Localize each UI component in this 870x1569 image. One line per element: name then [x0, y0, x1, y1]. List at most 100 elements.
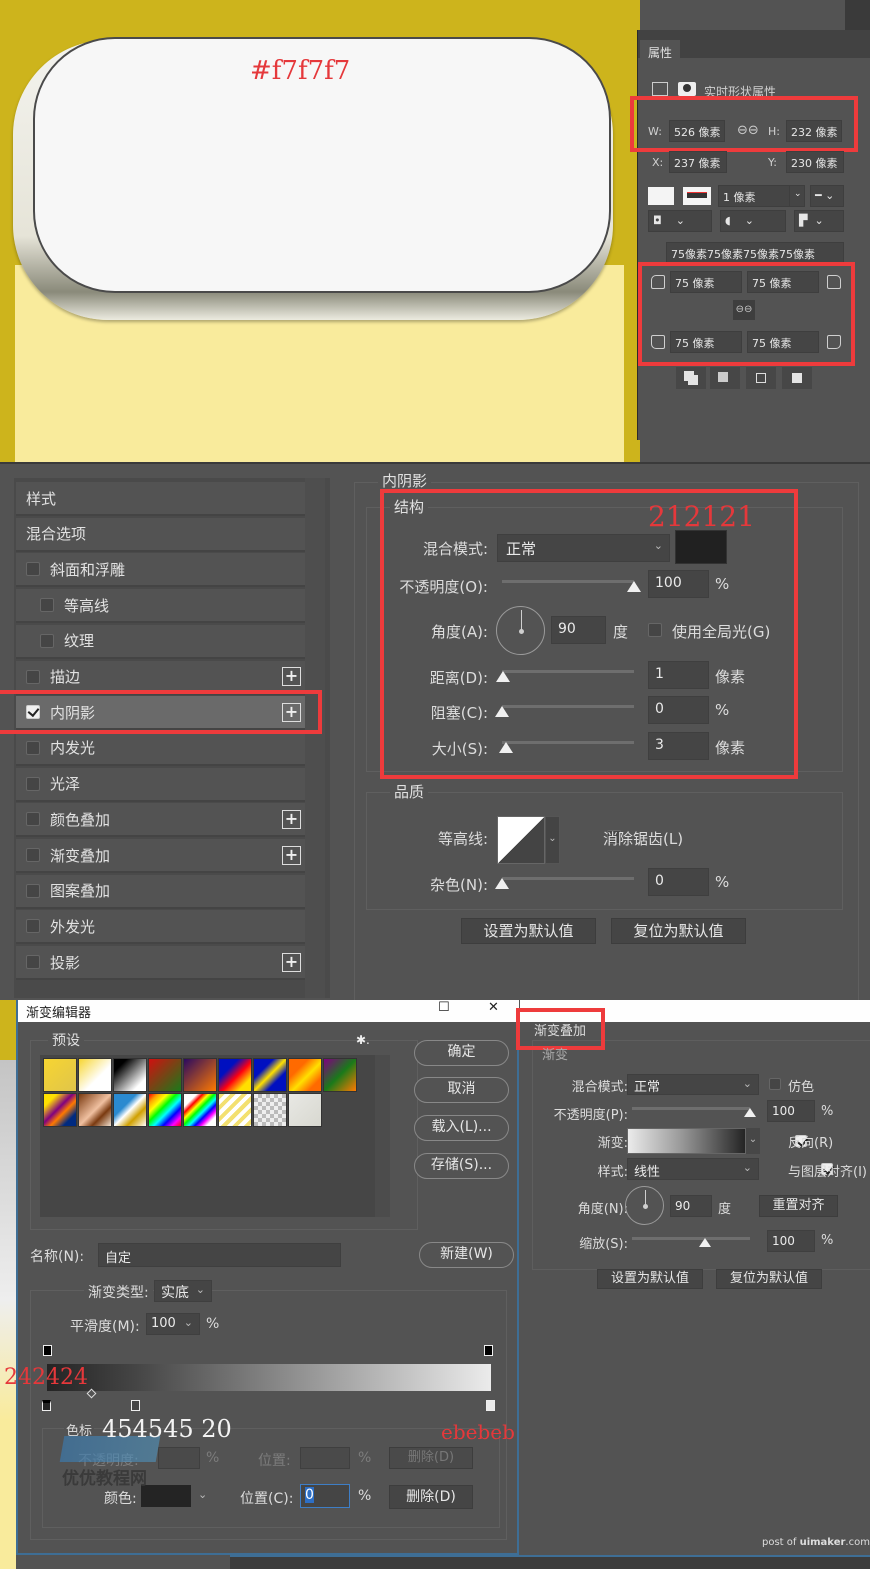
contour-preview[interactable]: [497, 816, 545, 864]
add-effect-icon[interactable]: +: [282, 845, 301, 865]
go-opacity-slider-thumb[interactable]: [744, 1108, 756, 1117]
gradient-preset-swatch[interactable]: [148, 1093, 182, 1127]
gradient-preset-swatch[interactable]: [288, 1093, 322, 1127]
style-item[interactable]: 内发光: [16, 731, 305, 766]
style-item[interactable]: 颜色叠加 +: [16, 803, 305, 838]
color-position-field[interactable]: 0: [300, 1484, 350, 1508]
gear-icon[interactable]: ✱.: [356, 1033, 370, 1047]
radius-summary-field[interactable]: 75像素75像素75像素75像素: [666, 242, 844, 264]
chevron-down-icon[interactable]: ⌄: [198, 1488, 207, 1501]
global-light-checkbox[interactable]: [648, 623, 662, 637]
style-item-checkbox[interactable]: [26, 669, 40, 684]
height-field[interactable]: 232 像素: [786, 120, 842, 142]
go-opacity-field[interactable]: 100: [767, 1100, 815, 1122]
opacity-field[interactable]: 100: [648, 570, 709, 598]
gradient-preset-swatch[interactable]: [183, 1093, 217, 1127]
stroke-width-dropdown[interactable]: ⌄: [789, 185, 805, 207]
radius-link-icon[interactable]: ⊖⊖: [733, 300, 755, 320]
radius-tr-field[interactable]: 75 像素: [747, 271, 819, 293]
opacity-stop-left[interactable]: [43, 1345, 52, 1356]
color-stop[interactable]: [486, 1400, 495, 1411]
stroke-cap-dropdown[interactable]: ◖ ⌄: [720, 210, 786, 232]
style-list-scrollbar[interactable]: [305, 478, 325, 998]
angle-field[interactable]: 90: [551, 616, 606, 644]
contour-dropdown[interactable]: ⌄: [545, 816, 560, 864]
go-angle-dial[interactable]: [625, 1186, 664, 1225]
style-item-checkbox[interactable]: [26, 562, 40, 577]
choke-slider[interactable]: [502, 705, 634, 708]
cancel-button[interactable]: 取消: [414, 1077, 509, 1103]
combine-shapes-button[interactable]: [676, 367, 706, 389]
color-stop[interactable]: [42, 1400, 51, 1411]
size-slider-thumb[interactable]: [499, 742, 513, 753]
go-gradient-preview[interactable]: [627, 1128, 746, 1154]
blend-mode-select[interactable]: 正常 ⌄: [497, 534, 670, 562]
noise-slider[interactable]: [502, 877, 634, 880]
opacity-slider-thumb[interactable]: [627, 581, 641, 592]
gradient-preset-swatch[interactable]: [253, 1093, 287, 1127]
style-item[interactable]: 光泽: [16, 767, 305, 802]
shadow-color-swatch[interactable]: [675, 530, 727, 564]
color-stop[interactable]: [130, 1400, 140, 1411]
radius-tl-field[interactable]: 75 像素: [670, 271, 742, 293]
gradient-preset-swatch[interactable]: [253, 1058, 287, 1092]
properties-tab[interactable]: 属性: [640, 40, 681, 65]
scale-slider[interactable]: [632, 1237, 750, 1240]
go-reset-default-button[interactable]: 复位为默认值: [716, 1269, 822, 1289]
style-item-checkbox[interactable]: [40, 633, 54, 648]
go-set-default-button[interactable]: 设置为默认值: [597, 1269, 703, 1289]
width-field[interactable]: 526 像素: [669, 120, 725, 142]
style-item[interactable]: 斜面和浮雕: [16, 553, 305, 588]
gradient-preset-swatch[interactable]: [78, 1093, 112, 1127]
gradient-preset-swatch[interactable]: [148, 1058, 182, 1092]
gradient-preset-swatch[interactable]: [113, 1058, 147, 1092]
new-button[interactable]: 新建(W): [419, 1242, 514, 1268]
add-effect-icon[interactable]: +: [282, 809, 301, 829]
load-button[interactable]: 载入(L)...: [414, 1115, 509, 1141]
gradient-bar[interactable]: [47, 1364, 491, 1391]
save-button[interactable]: 存储(S)...: [414, 1153, 509, 1179]
style-item[interactable]: 混合选项: [16, 517, 305, 552]
set-default-button[interactable]: 设置为默认值: [461, 918, 596, 944]
stop-color-swatch[interactable]: [141, 1485, 191, 1507]
go-gradient-dropdown[interactable]: ⌄: [746, 1128, 760, 1154]
gradient-preset-swatch[interactable]: [43, 1093, 77, 1127]
size-slider[interactable]: [502, 741, 634, 744]
stroke-align-dropdown[interactable]: ◘ ⌄: [648, 210, 712, 232]
choke-field[interactable]: 0: [648, 696, 709, 724]
distance-field[interactable]: 1: [648, 661, 709, 689]
y-field[interactable]: 230 像素: [786, 151, 844, 173]
presets-scrollbar[interactable]: [375, 1055, 390, 1217]
style-item[interactable]: 投影 +: [16, 946, 305, 981]
gradient-preset-swatch[interactable]: [183, 1058, 217, 1092]
go-angle-field[interactable]: 90: [670, 1195, 712, 1217]
noise-field[interactable]: 0: [648, 868, 709, 896]
style-item[interactable]: 样式: [16, 482, 305, 516]
distance-slider[interactable]: [502, 670, 634, 673]
dither-checkbox[interactable]: [769, 1078, 781, 1090]
maximize-icon[interactable]: ☐: [438, 1000, 450, 1015]
style-item-checkbox[interactable]: [26, 776, 40, 791]
stroke-width-field[interactable]: 1 像素: [718, 185, 790, 207]
stroke-corner-dropdown[interactable]: ▛ ⌄: [794, 210, 844, 232]
reset-default-button[interactable]: 复位为默认值: [611, 918, 746, 944]
gradient-preset-swatch[interactable]: [43, 1058, 77, 1092]
close-icon[interactable]: ✕: [488, 1000, 499, 1015]
gradient-type-select[interactable]: 实底 ⌄: [154, 1280, 212, 1302]
opacity-slider[interactable]: [502, 580, 634, 583]
style-item-checkbox[interactable]: [26, 812, 40, 827]
style-item-checkbox[interactable]: [40, 598, 54, 613]
style-item-checkbox[interactable]: [26, 919, 40, 934]
gradient-preset-swatch[interactable]: [288, 1058, 322, 1092]
noise-slider-thumb[interactable]: [495, 878, 509, 889]
link-icon[interactable]: ⊖⊖: [737, 123, 759, 138]
style-item-checkbox[interactable]: [26, 848, 40, 862]
style-item-checkbox[interactable]: [26, 740, 40, 755]
style-item-checkbox[interactable]: [26, 883, 40, 898]
scale-slider-thumb[interactable]: [699, 1238, 711, 1247]
stroke-type-dropdown[interactable]: ━ ⌄: [810, 185, 844, 207]
gradient-preset-swatch[interactable]: [218, 1093, 252, 1127]
name-field[interactable]: 自定: [98, 1243, 341, 1267]
x-field[interactable]: 237 像素: [669, 151, 727, 173]
gradient-preset-swatch[interactable]: [113, 1093, 147, 1127]
